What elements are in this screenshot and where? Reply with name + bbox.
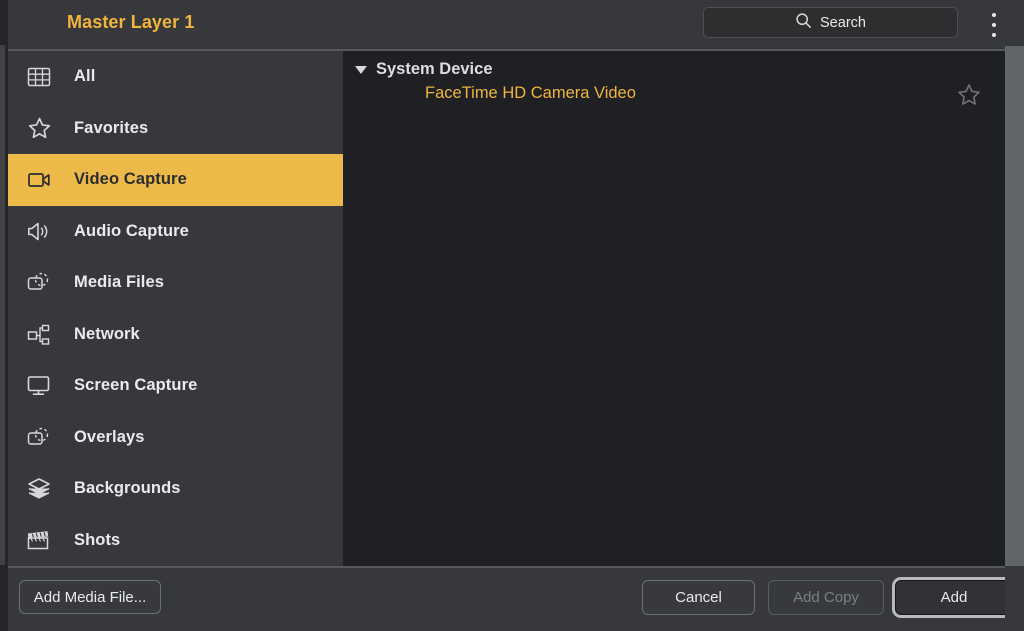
network-nodes-icon (26, 319, 60, 349)
group-label: System Device (376, 60, 493, 78)
sidebar: All Favorites Video Capture Audio Captur… (8, 51, 343, 566)
device-list-panel: System Device FaceTime HD Camera Video (343, 51, 1005, 566)
clapperboard-icon (26, 525, 60, 555)
star-outline-icon[interactable] (955, 81, 983, 114)
video-camera-icon (26, 165, 60, 195)
sidebar-item-media-files[interactable]: Media Files (8, 257, 343, 309)
window-right-edge-top (1005, 0, 1024, 46)
overlay-icon (26, 422, 60, 452)
search-input[interactable]: Search (703, 7, 958, 38)
sidebar-item-audio-capture[interactable]: Audio Capture (8, 206, 343, 258)
add-copy-button: Add Copy (768, 580, 884, 615)
dialog-header: Master Layer 1 Search (0, 0, 1024, 51)
media-source-dialog: Master Layer 1 Search All Favorites Vide… (0, 0, 1024, 631)
add-button[interactable]: Add (895, 580, 1013, 615)
sidebar-item-label: Favorites (74, 118, 149, 137)
device-name: FaceTime HD Camera Video (425, 83, 636, 102)
speaker-icon (26, 216, 60, 246)
sidebar-item-label: Backgrounds (74, 479, 181, 498)
dialog-footer: Add Media File... Cancel Add Copy Add (0, 566, 1024, 631)
sidebar-item-network[interactable]: Network (8, 309, 343, 361)
search-inner: Search (795, 12, 866, 34)
sidebar-item-label: Shots (74, 530, 121, 549)
sidebar-item-label: Overlays (74, 427, 145, 446)
monitor-icon (26, 371, 60, 401)
window-right-edge (1005, 0, 1024, 631)
sidebar-item-screen-capture[interactable]: Screen Capture (8, 360, 343, 412)
window-left-edge-inner (0, 45, 5, 565)
sidebar-item-label: Screen Capture (74, 376, 198, 395)
media-file-icon (26, 268, 60, 298)
sidebar-item-all[interactable]: All (8, 51, 343, 103)
tree-group-header[interactable]: System Device (343, 51, 1005, 79)
cancel-button[interactable]: Cancel (642, 580, 755, 615)
search-placeholder: Search (820, 14, 866, 31)
sidebar-item-label: Media Files (74, 273, 165, 292)
sidebar-item-video-capture[interactable]: Video Capture (8, 154, 343, 206)
search-icon (795, 12, 812, 34)
sidebar-item-favorites[interactable]: Favorites (8, 103, 343, 155)
layers-icon (26, 474, 60, 504)
triangle-down-icon[interactable] (355, 65, 367, 74)
sidebar-item-label: All (74, 67, 96, 86)
sidebar-item-backgrounds[interactable]: Backgrounds (8, 463, 343, 515)
grid-icon (26, 62, 60, 92)
sidebar-item-label: Audio Capture (74, 221, 189, 240)
add-media-file-button[interactable]: Add Media File... (19, 580, 161, 614)
list-item[interactable]: FaceTime HD Camera Video (343, 79, 1005, 107)
page-title: Master Layer 1 (67, 12, 195, 32)
sidebar-item-label: Network (74, 324, 140, 343)
sidebar-item-overlays[interactable]: Overlays (8, 412, 343, 464)
window-right-edge-bottom (1005, 566, 1024, 631)
sidebar-item-label: Video Capture (74, 170, 187, 189)
star-icon (26, 113, 60, 143)
kebab-menu-icon[interactable] (984, 11, 1004, 39)
sidebar-item-shots[interactable]: Shots (8, 515, 343, 567)
